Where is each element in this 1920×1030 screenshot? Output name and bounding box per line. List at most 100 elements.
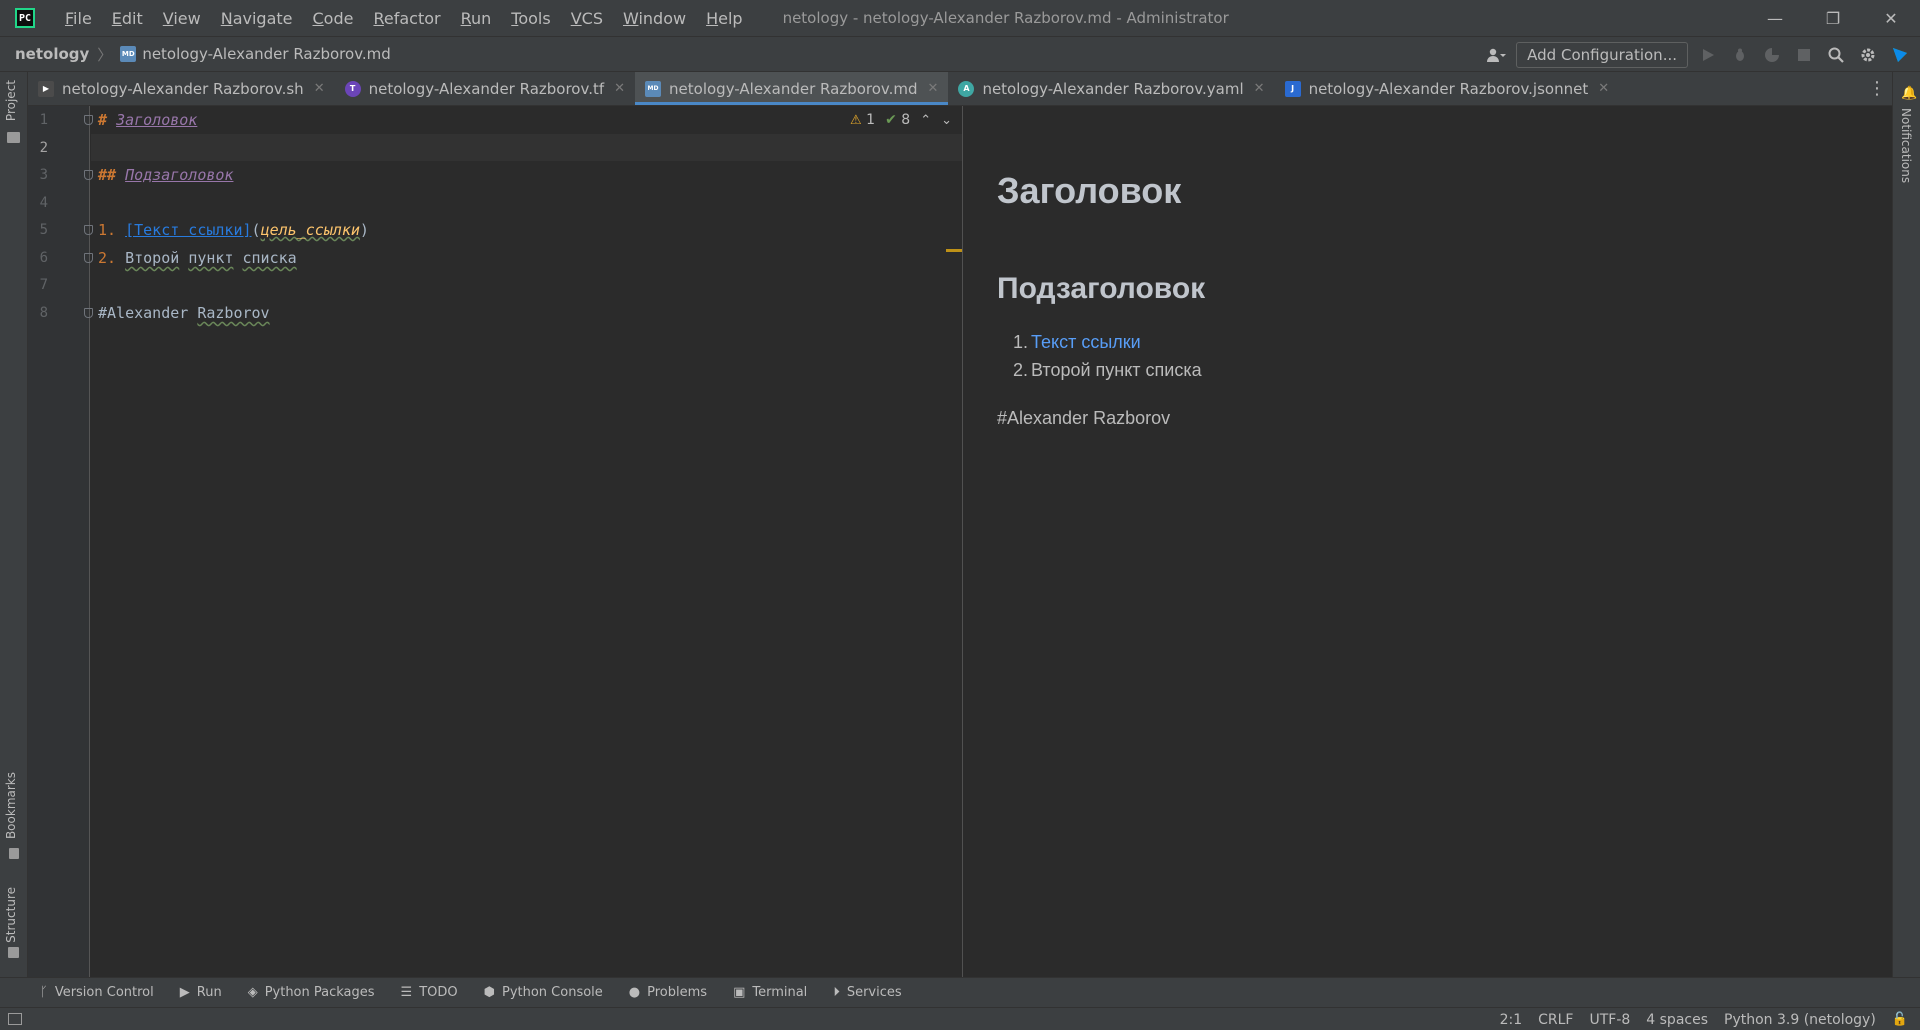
editor-gutter: 1 2 3 4 5 6 7 8 [28, 106, 93, 977]
terminal-button[interactable]: ▣ Terminal [733, 985, 807, 1000]
toggle-tool-windows-icon[interactable] [8, 1013, 22, 1025]
markdown-preview: Заголовок Подзаголовок 1. Текст ссылки 2.… [963, 106, 1892, 977]
code-line-1: # Заголовок [98, 111, 198, 129]
menu-file[interactable]: File [55, 9, 102, 28]
python-console-button[interactable]: ⬢ Python Console [484, 985, 603, 1000]
tab-label: netology-Alexander Razborov.tf [368, 79, 605, 98]
restore-button[interactable]: ❐ [1804, 0, 1862, 36]
version-control-button[interactable]: ᚴ Version Control [40, 985, 154, 1000]
menu-refactor[interactable]: Refactor [363, 9, 450, 28]
lock-icon[interactable]: 🔓 [1892, 1012, 1908, 1027]
tool-window-bar: ᚴ Version Control ▶ Run ◈ Python Packages ☰… [0, 977, 1920, 1007]
tab-tf[interactable]: T netology-Alexander Razborov.tf ✕ [335, 72, 635, 105]
more-tabs-icon[interactable]: ⋮ [1862, 72, 1892, 105]
yaml-icon: A [958, 80, 975, 97]
close-icon[interactable]: ✕ [928, 81, 939, 96]
tab-md[interactable]: MD netology-Alexander Razborov.md ✕ [635, 72, 949, 105]
fold-icon[interactable] [84, 115, 93, 125]
todo-button[interactable]: ☰ TODO [401, 985, 458, 1000]
run-button[interactable]: ▶ Run [180, 985, 222, 1000]
services-button[interactable]: ⏵ Services [833, 985, 901, 1000]
preview-link[interactable]: Текст ссылки [1031, 332, 1141, 352]
line-number: 5 [39, 222, 48, 238]
project-tool-button[interactable]: Project [4, 80, 18, 121]
gear-icon[interactable] [1856, 43, 1880, 67]
next-highlight-icon[interactable]: ⌄ [941, 113, 952, 128]
run-icon[interactable] [1696, 43, 1720, 67]
menu-run[interactable]: Run [451, 9, 502, 28]
minimize-button[interactable]: — [1746, 0, 1804, 36]
fold-icon[interactable] [84, 170, 93, 180]
weak-warning-count[interactable]: ✔ 8 [885, 112, 910, 128]
python-icon: ⬢ [483, 985, 495, 1000]
python-interpreter[interactable]: Python 3.9 (netology) [1724, 1012, 1876, 1028]
problems-icon: ● [628, 985, 641, 1000]
menu-vcs[interactable]: VCS [561, 9, 613, 28]
tab-yaml[interactable]: A netology-Alexander Razborov.yaml ✕ [948, 72, 1274, 105]
warning-icon: ⚠ [850, 113, 862, 128]
tab-label: netology-Alexander Razborov.sh [62, 79, 304, 98]
pycharm-logo-icon[interactable]: PC [15, 8, 35, 28]
line-number: 1 [39, 112, 48, 128]
code-line-3: ## Подзаголовок [98, 166, 234, 184]
line-number: 7 [39, 277, 48, 293]
tab-label: netology-Alexander Razborov.md [669, 79, 918, 98]
previous-highlight-icon[interactable]: ⌃ [920, 113, 931, 128]
preview-paragraph: #Alexander Razborov [997, 408, 1171, 428]
close-icon[interactable]: ✕ [614, 81, 625, 96]
status-widgets: 2:1 CRLF UTF-8 4 spaces Python 3.9 (neto… [1500, 1008, 1908, 1030]
menu-navigate[interactable]: Navigate [211, 9, 303, 28]
notifications-tool-button[interactable]: Notifications [1899, 108, 1913, 183]
inspections-widget[interactable]: ⚠ 1 ✔ 8 ⌃ ⌄ [850, 112, 952, 128]
jetbrains-toolbox-icon[interactable] [1888, 43, 1912, 67]
close-icon[interactable]: ✕ [314, 81, 325, 96]
preview-list-item: 1. Текст ссылки [1013, 332, 1141, 352]
close-window-button[interactable]: ✕ [1862, 0, 1920, 36]
line-number: 6 [39, 250, 48, 266]
fold-icon[interactable] [84, 225, 93, 235]
bookmarks-tool-button[interactable]: Bookmarks [4, 772, 18, 839]
coverage-icon[interactable] [1760, 43, 1784, 67]
close-icon[interactable]: ✕ [1598, 81, 1609, 96]
user-account-icon[interactable] [1484, 43, 1508, 67]
editor-tab-bar: ▶ netology-Alexander Razborov.sh ✕ T net… [28, 72, 1892, 106]
fold-icon[interactable] [84, 253, 93, 263]
line-number: 4 [39, 195, 48, 211]
menu-help[interactable]: Help [696, 9, 752, 28]
line-separator[interactable]: CRLF [1538, 1012, 1573, 1028]
code-line-6: 2. Второй пункт списка [98, 249, 297, 267]
close-icon[interactable]: ✕ [1254, 81, 1265, 96]
indent-setting[interactable]: 4 spaces [1646, 1012, 1708, 1028]
line-number: 8 [39, 305, 48, 321]
structure-tool-button[interactable]: Structure [4, 887, 18, 943]
search-icon[interactable] [1824, 43, 1848, 67]
right-tool-strip: 🔔 Notifications [1892, 72, 1920, 977]
menu-tools[interactable]: Tools [501, 9, 560, 28]
breadcrumb-file[interactable]: netology-Alexander Razborov.md [142, 45, 391, 63]
fold-icon[interactable] [84, 308, 93, 318]
caret-position[interactable]: 2:1 [1500, 1012, 1523, 1028]
file-encoding[interactable]: UTF-8 [1589, 1012, 1630, 1028]
breadcrumb-project[interactable]: netology [15, 45, 89, 63]
debug-icon[interactable] [1728, 43, 1752, 67]
code-line-5: 1. [Текст ссылки](цель_ссылки) [98, 221, 369, 239]
navigation-bar: netology 〉 MD netology-Alexander Razboro… [0, 36, 1920, 72]
menu-window[interactable]: Window [613, 9, 696, 28]
check-icon: ✔ [885, 112, 897, 128]
python-packages-button[interactable]: ◈ Python Packages [248, 985, 375, 1000]
tab-sh[interactable]: ▶ netology-Alexander Razborov.sh ✕ [28, 72, 335, 105]
markdown-editor[interactable]: 1 2 3 4 5 6 7 8 # Заголовок ## Подзаголо… [28, 106, 962, 977]
current-line-highlight [91, 134, 962, 161]
menu-view[interactable]: View [153, 9, 211, 28]
add-configuration-button[interactable]: Add Configuration... [1516, 42, 1688, 68]
bell-icon[interactable]: 🔔 [1901, 86, 1917, 101]
preview-heading-1: Заголовок [997, 170, 1182, 211]
stop-icon[interactable] [1792, 43, 1816, 67]
left-tool-strip: Project Bookmarks Structure [0, 72, 28, 977]
menu-edit[interactable]: Edit [102, 9, 153, 28]
tab-jsonnet[interactable]: J netology-Alexander Razborov.jsonnet ✕ [1275, 72, 1620, 105]
problems-button[interactable]: ● Problems [629, 985, 707, 1000]
warning-count[interactable]: ⚠ 1 [850, 112, 875, 128]
menu-code[interactable]: Code [303, 9, 364, 28]
scrollbar-warning-marker[interactable] [946, 249, 962, 252]
